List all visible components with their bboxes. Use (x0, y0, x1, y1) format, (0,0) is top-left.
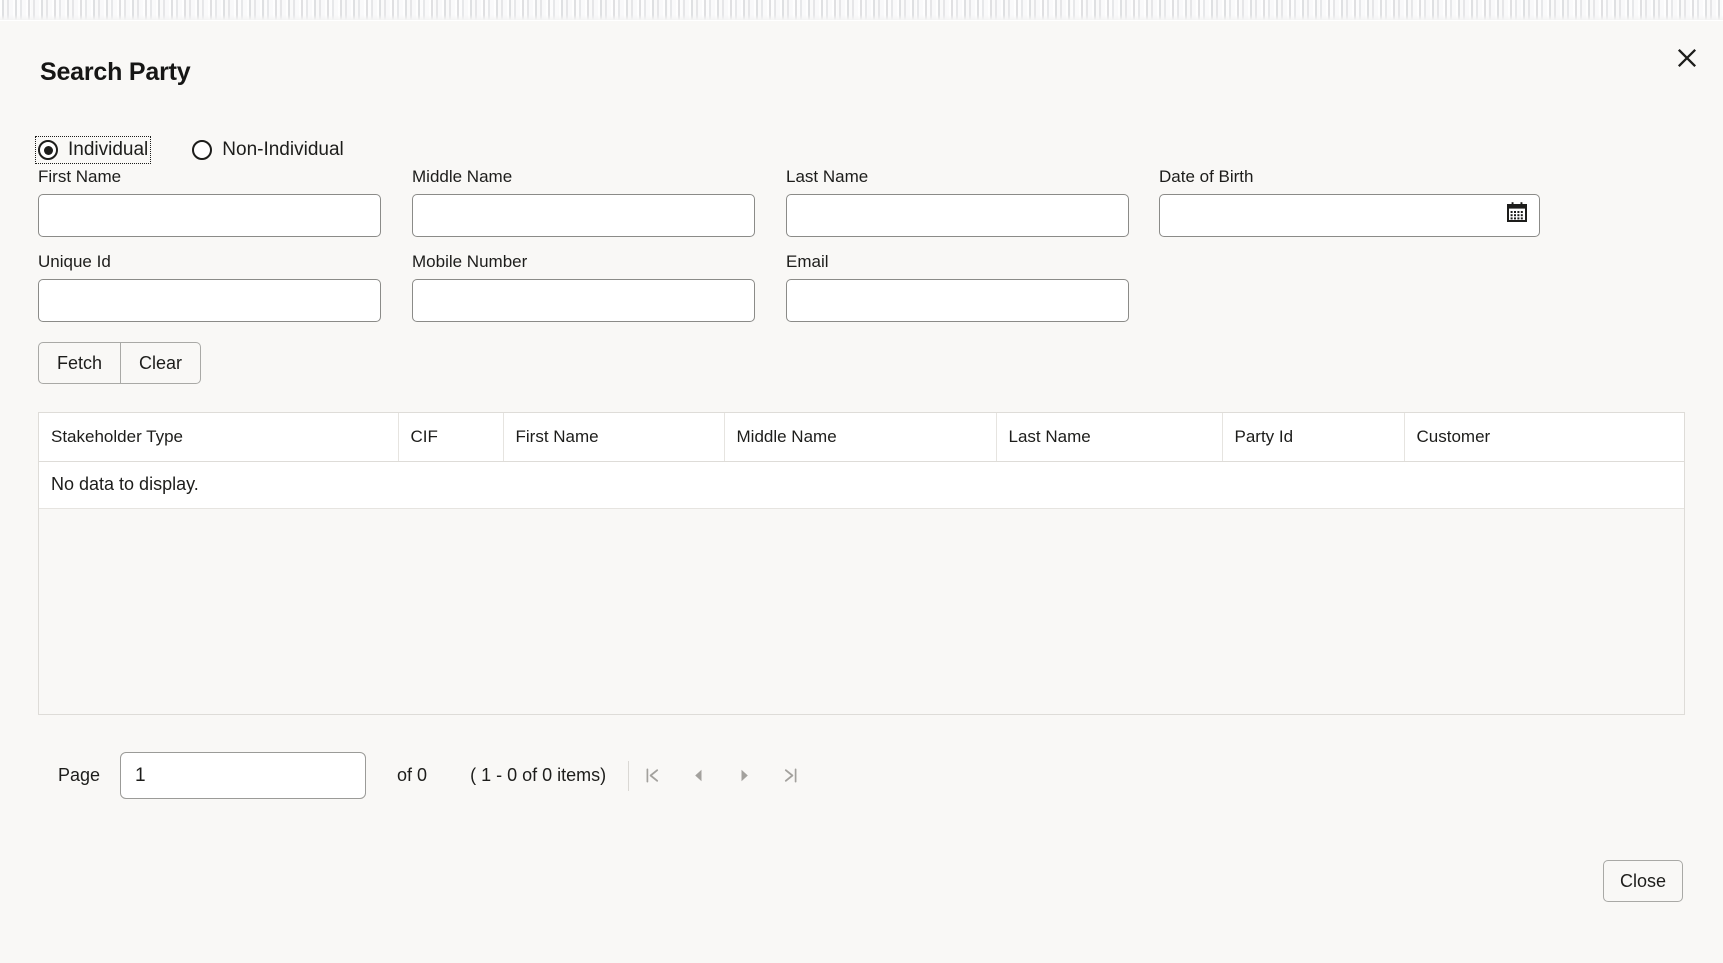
date-of-birth-input[interactable] (1159, 194, 1540, 237)
column-header-first-name[interactable]: First Name (503, 413, 725, 462)
middle-name-input[interactable] (412, 194, 755, 237)
first-name-input[interactable] (38, 194, 381, 237)
label-email: Email (786, 252, 829, 271)
column-header-cif[interactable]: CIF (398, 413, 504, 462)
unique-id-input[interactable] (38, 279, 381, 322)
page-number-input[interactable] (120, 752, 367, 799)
item-range-label: ( 1 - 0 of 0 items) (470, 765, 607, 785)
column-header-last-name[interactable]: Last Name (996, 413, 1223, 462)
label-middle-name: Middle Name (412, 167, 513, 186)
mobile-number-input[interactable] (412, 279, 755, 322)
label-date-of-birth: Date of Birth (1159, 167, 1254, 186)
label-first-name: First Name (38, 167, 122, 186)
page-label: Page (58, 765, 101, 785)
field-middle-name: Middle Name (412, 167, 755, 237)
field-mobile-number: Mobile Number (412, 252, 755, 322)
radio-option-non-individual[interactable]: Non-Individual (192, 139, 344, 161)
label-mobile-number: Mobile Number (412, 252, 528, 271)
close-button[interactable]: Close (1603, 860, 1683, 902)
field-unique-id: Unique Id (38, 252, 381, 322)
label-unique-id: Unique Id (38, 252, 111, 271)
fetch-button[interactable]: Fetch (38, 342, 122, 384)
column-header-party-id[interactable]: Party Id (1222, 413, 1405, 462)
column-header-stakeholder-type[interactable]: Stakeholder Type (39, 413, 399, 462)
last-name-input[interactable] (786, 194, 1129, 237)
field-email: Email (786, 252, 1129, 322)
search-party-dialog: Search Party Individual Non-Individual F… (0, 21, 1723, 963)
field-first-name: First Name (38, 167, 381, 237)
label-last-name: Last Name (786, 167, 869, 186)
close-x-icon[interactable] (1672, 43, 1702, 73)
column-header-customer[interactable]: Customer (1404, 413, 1684, 462)
window-texture-strip (0, 0, 1723, 21)
page-title: Search Party (40, 58, 191, 86)
first-page-icon[interactable] (629, 757, 675, 795)
table-empty-row: No data to display. (39, 461, 1684, 509)
table-header-row: Stakeholder Type CIF First Name Middle N… (39, 413, 1684, 462)
empty-state-message: No data to display. (39, 461, 1684, 509)
party-type-radio-group: Individual Non-Individual (34, 136, 344, 164)
calendar-icon[interactable] (1503, 198, 1531, 226)
previous-page-icon[interactable] (675, 757, 721, 795)
total-pages-label: of 0 (397, 765, 428, 785)
search-results-table: Stakeholder Type CIF First Name Middle N… (38, 412, 1685, 715)
column-header-middle-name[interactable]: Middle Name (724, 413, 997, 462)
clear-button[interactable]: Clear (121, 342, 202, 384)
last-page-icon[interactable] (767, 757, 813, 795)
radio-mark-individual (38, 140, 58, 160)
email-input[interactable] (786, 279, 1129, 322)
next-page-icon[interactable] (721, 757, 767, 795)
pagination-bar: Page of 0 ( 1 - 0 of 0 items) (58, 752, 813, 799)
radio-label-non-individual: Non-Individual (222, 139, 344, 160)
radio-option-individual[interactable]: Individual (34, 136, 152, 164)
radio-label-individual: Individual (68, 139, 149, 160)
field-last-name: Last Name (786, 167, 1129, 237)
field-date-of-birth: Date of Birth (1159, 167, 1540, 237)
radio-mark-non-individual (192, 140, 213, 160)
form-action-buttons: Fetch Clear (38, 342, 202, 384)
